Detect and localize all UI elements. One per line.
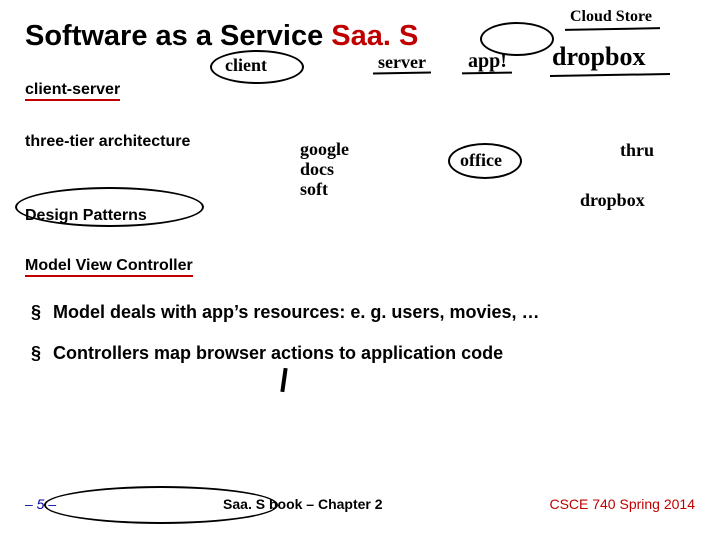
- pen-stroke: [280, 368, 287, 392]
- oval-annotation: [448, 143, 522, 179]
- bullet-item: Controllers map browser actions to appli…: [53, 342, 695, 365]
- subhead-mvc: Model View Controller: [25, 257, 193, 277]
- hand-cloud-store: Cloud Store: [570, 8, 652, 26]
- hand-app: app!: [468, 50, 507, 73]
- subhead-client-server: client-server: [25, 81, 120, 101]
- hand-dropbox: dropbox: [552, 42, 645, 72]
- oval-annotation: [44, 486, 278, 524]
- hand-thru: thru: [620, 140, 654, 161]
- subhead-three-tier: three-tier architecture: [25, 133, 190, 151]
- footer: – 5 – Saa. S book – Chapter 2 CSCE 740 S…: [25, 496, 695, 512]
- oval-annotation: [210, 50, 304, 84]
- hand-google-docs: google docs soft: [300, 140, 349, 199]
- title-abbr: Saa. S: [331, 20, 418, 52]
- bullet-item: Model deals with app’s resources: e. g. …: [53, 301, 695, 324]
- oval-annotation: [15, 187, 204, 227]
- footer-course: CSCE 740 Spring 2014: [549, 496, 695, 512]
- hand-server: server: [378, 52, 426, 73]
- title-main: Software as a Service: [25, 20, 331, 52]
- bullet-list: Model deals with app’s resources: e. g. …: [25, 301, 695, 364]
